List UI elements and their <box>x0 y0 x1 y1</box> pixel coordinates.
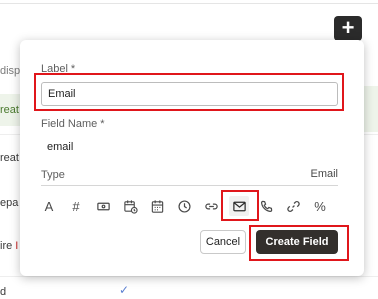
percent-type-glyph: % <box>314 198 326 214</box>
field-name-label: Field Name * <box>41 118 105 130</box>
text-type-glyph: A <box>44 198 54 214</box>
list-item-text: reat <box>0 104 19 116</box>
header-divider <box>0 3 378 4</box>
text-type-icon[interactable]: A <box>39 196 59 216</box>
currency-type-icon[interactable] <box>93 196 113 216</box>
label-input[interactable] <box>41 82 338 106</box>
date-type-icon[interactable] <box>147 196 167 216</box>
check-icon: ✓ <box>119 283 130 297</box>
required-mark: * <box>70 63 76 75</box>
field-name-value[interactable]: email <box>47 141 73 153</box>
required-mark: * <box>100 118 105 130</box>
create-field-dialog: Label* Field Name* email Type Email A # … <box>20 40 364 276</box>
row-divider <box>0 276 378 277</box>
create-field-button[interactable]: Create Field <box>256 230 338 254</box>
type-selected-value: Email <box>310 168 338 180</box>
field-name-label-text: Field Name <box>41 118 98 130</box>
list-item-marker: I <box>15 240 19 252</box>
add-button[interactable]: + <box>334 16 362 41</box>
phone-type-icon[interactable] <box>256 196 276 216</box>
link-type-icon[interactable] <box>201 196 221 216</box>
url-type-icon[interactable] <box>283 196 303 216</box>
number-type-icon[interactable]: # <box>66 196 86 216</box>
list-item-text: d <box>0 286 7 298</box>
percent-type-icon[interactable]: % <box>310 196 330 216</box>
cancel-button[interactable]: Cancel <box>200 230 246 254</box>
datetime-type-icon[interactable] <box>120 196 140 216</box>
label-field-label: Label * <box>41 63 75 75</box>
time-type-icon[interactable] <box>174 196 194 216</box>
list-item-text: reat <box>0 152 19 164</box>
list-item-text: epa <box>0 197 19 209</box>
type-label: Type <box>41 169 65 181</box>
email-type-icon[interactable] <box>229 196 249 216</box>
list-item[interactable]: d <box>0 276 24 299</box>
number-type-glyph: # <box>72 198 80 214</box>
list-item-text: ire <box>0 240 13 252</box>
label-field-label-text: Label <box>41 63 68 75</box>
type-divider <box>41 185 338 186</box>
